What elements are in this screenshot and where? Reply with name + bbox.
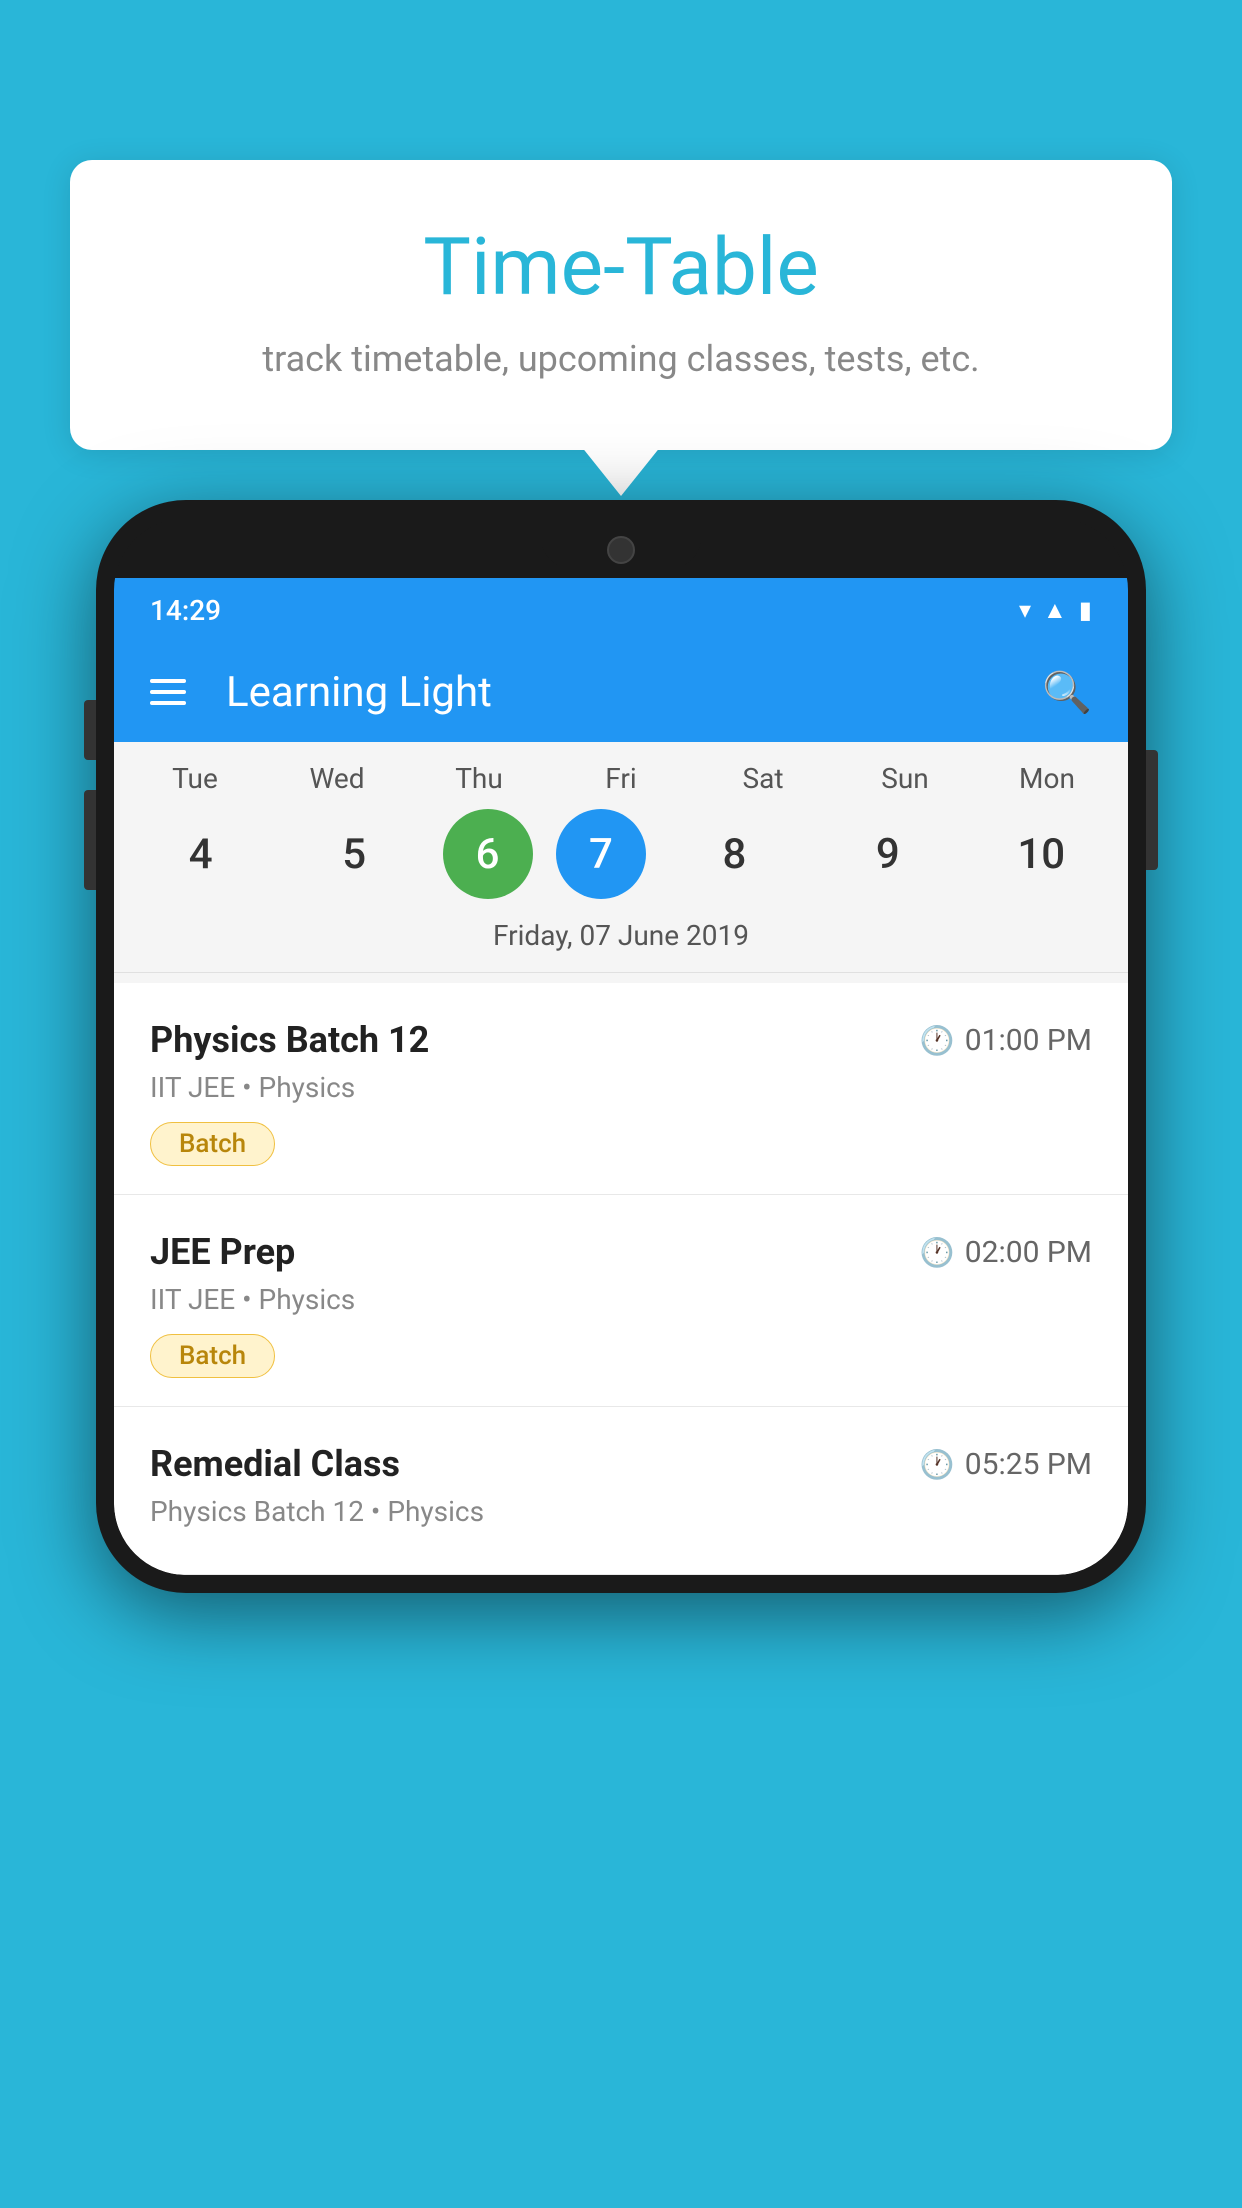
notch-bar	[114, 518, 1128, 578]
schedule-item-3-time: 🕐 05:25 PM	[920, 1447, 1092, 1482]
signal-icon: ▲	[1043, 596, 1067, 625]
schedule-item-2[interactable]: JEE Prep 🕐 02:00 PM IIT JEE • Physics Ba…	[114, 1195, 1128, 1407]
front-camera	[607, 536, 635, 564]
volume-up-button[interactable]	[84, 700, 96, 760]
day-name-sat: Sat	[698, 762, 828, 795]
schedule-item-2-header: JEE Prep 🕐 02:00 PM	[150, 1231, 1092, 1273]
clock-icon-2: 🕐	[920, 1236, 955, 1269]
day-4[interactable]: 4	[136, 809, 266, 899]
phone-screen-container: 14:29 ▾ ▲ ▮ Learning Light 🔍	[114, 518, 1128, 1575]
day-9[interactable]: 9	[823, 809, 953, 899]
schedule-item-1-header: Physics Batch 12 🕐 01:00 PM	[150, 1019, 1092, 1061]
day-name-mon: Mon	[982, 762, 1112, 795]
phone-screen: Physics Batch 12 🕐 01:00 PM IIT JEE • Ph…	[114, 983, 1128, 1575]
day-name-wed: Wed	[272, 762, 402, 795]
power-button[interactable]	[1146, 750, 1158, 870]
day-5[interactable]: 5	[289, 809, 419, 899]
status-time: 14:29	[150, 594, 221, 627]
wifi-icon: ▾	[1019, 596, 1031, 624]
search-icon[interactable]: 🔍	[1042, 669, 1092, 716]
schedule-item-1[interactable]: Physics Batch 12 🕐 01:00 PM IIT JEE • Ph…	[114, 983, 1128, 1195]
day-name-thu: Thu	[414, 762, 544, 795]
schedule-item-2-time-text: 02:00 PM	[965, 1235, 1092, 1270]
tooltip-card: Time-Table track timetable, upcoming cla…	[70, 160, 1172, 450]
app-title: Learning Light	[226, 668, 1012, 717]
tooltip-title: Time-Table	[130, 220, 1112, 314]
schedule-item-2-title: JEE Prep	[150, 1231, 295, 1273]
day-7-selected[interactable]: 7	[556, 809, 646, 899]
schedule-item-1-time: 🕐 01:00 PM	[920, 1023, 1092, 1058]
day-10[interactable]: 10	[976, 809, 1106, 899]
battery-icon: ▮	[1079, 596, 1092, 624]
schedule-item-2-time: 🕐 02:00 PM	[920, 1235, 1092, 1270]
schedule-item-2-subtitle: IIT JEE • Physics	[150, 1283, 1092, 1316]
day-name-fri: Fri	[556, 762, 686, 795]
schedule-item-1-subtitle: IIT JEE • Physics	[150, 1071, 1092, 1104]
status-bar: 14:29 ▾ ▲ ▮	[114, 578, 1128, 642]
day-6-today[interactable]: 6	[443, 809, 533, 899]
status-icons: ▾ ▲ ▮	[1019, 596, 1092, 625]
day-numbers-row: 4 5 6 7 8 9 10	[114, 795, 1128, 909]
schedule-item-1-time-text: 01:00 PM	[965, 1023, 1092, 1058]
phone-wrapper: 14:29 ▾ ▲ ▮ Learning Light 🔍	[96, 500, 1146, 1593]
clock-icon-1: 🕐	[920, 1024, 955, 1057]
day-names-row: Tue Wed Thu Fri Sat Sun Mon	[114, 762, 1128, 795]
schedule-list: Physics Batch 12 🕐 01:00 PM IIT JEE • Ph…	[114, 983, 1128, 1575]
schedule-item-1-title: Physics Batch 12	[150, 1019, 429, 1061]
phone-outer: 14:29 ▾ ▲ ▮ Learning Light 🔍	[96, 500, 1146, 1593]
day-name-sun: Sun	[840, 762, 970, 795]
selected-date-label: Friday, 07 June 2019	[114, 909, 1128, 973]
schedule-item-1-badge: Batch	[150, 1122, 275, 1166]
clock-icon-3: 🕐	[920, 1448, 955, 1481]
hamburger-menu-icon[interactable]	[150, 679, 186, 705]
schedule-item-3-header: Remedial Class 🕐 05:25 PM	[150, 1443, 1092, 1485]
calendar-strip: Tue Wed Thu Fri Sat Sun Mon 4 5 6 7 8 9 …	[114, 742, 1128, 983]
schedule-item-2-badge: Batch	[150, 1334, 275, 1378]
volume-down-button[interactable]	[84, 790, 96, 890]
tooltip-subtitle: track timetable, upcoming classes, tests…	[130, 338, 1112, 380]
schedule-item-3-subtitle: Physics Batch 12 • Physics	[150, 1495, 1092, 1528]
schedule-item-3-time-text: 05:25 PM	[965, 1447, 1092, 1482]
day-name-tue: Tue	[130, 762, 260, 795]
app-bar: Learning Light 🔍	[114, 642, 1128, 742]
schedule-item-3-title: Remedial Class	[150, 1443, 400, 1485]
day-8[interactable]: 8	[669, 809, 799, 899]
schedule-item-3[interactable]: Remedial Class 🕐 05:25 PM Physics Batch …	[114, 1407, 1128, 1575]
